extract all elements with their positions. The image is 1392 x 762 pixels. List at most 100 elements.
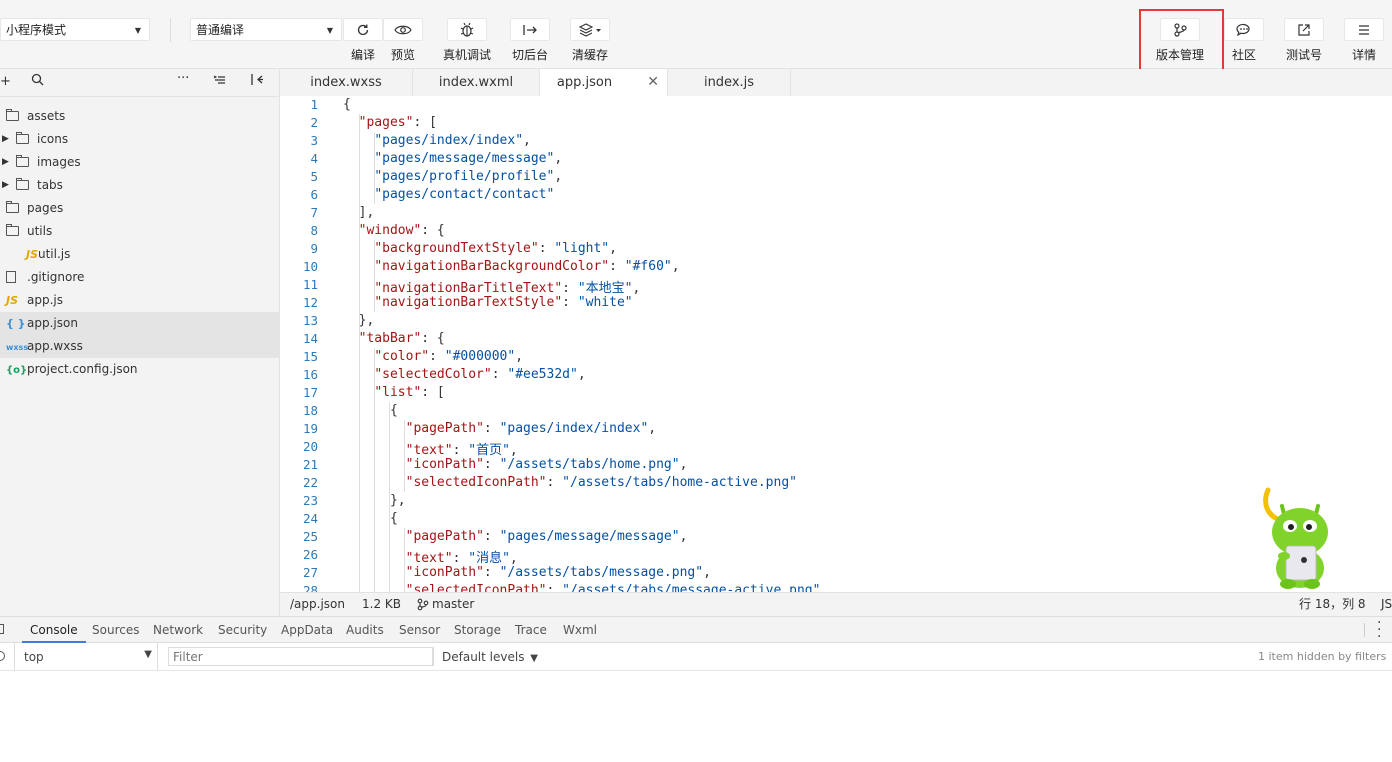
tab-audits[interactable]: Audits — [346, 617, 384, 643]
background-button[interactable]: 切后台 — [510, 18, 550, 63]
code-token: , — [703, 565, 711, 580]
tree-item-label: icons — [37, 132, 69, 146]
tree-item[interactable]: {o} project.config.json — [0, 358, 279, 381]
code-line: "pagePath": "pages/index/index", — [343, 421, 656, 436]
tree-item[interactable]: .gitignore — [0, 266, 279, 289]
code-token: : — [562, 281, 578, 296]
hidden-items-info: 1 item hidden by filters — [1258, 650, 1387, 663]
chevron-right-icon[interactable]: ▶ — [2, 128, 9, 151]
code-line: }, — [343, 493, 406, 508]
clear-console-icon[interactable] — [0, 651, 5, 661]
language-mode[interactable]: JS — [1381, 593, 1392, 615]
tree-item[interactable]: pages — [0, 197, 279, 220]
chevron-down-icon: ▼ — [134, 26, 141, 35]
code-token: "#ee532d" — [507, 367, 578, 382]
tab-storage[interactable]: Storage — [454, 617, 501, 643]
tree-item[interactable]: ▶ images — [0, 151, 279, 174]
console-toolbar: top ▼ Default levels ▼ 1 item hidden by … — [0, 643, 1392, 671]
code-line: "window": { — [343, 223, 445, 238]
code-token: , — [515, 349, 524, 364]
tree-item[interactable]: wxss app.wxss — [0, 335, 279, 358]
line-number: 21 — [302, 457, 318, 472]
log-levels-select[interactable]: Default levels ▼ — [442, 650, 538, 664]
kebab-menu-icon[interactable]: · · · — [1377, 616, 1381, 644]
context-select[interactable]: top ▼ — [14, 643, 158, 670]
branch-name[interactable]: master — [432, 593, 474, 615]
config-file-icon: {o} — [6, 365, 28, 376]
tab-app-json[interactable]: app.json ✕ — [540, 69, 668, 97]
tree-item-label: tabs — [37, 178, 63, 192]
line-number: 19 — [302, 421, 318, 436]
code-token: "iconPath" — [405, 565, 484, 580]
code-line: "navigationBarTitleText": "本地宝", — [343, 277, 640, 296]
code-token: : — [452, 551, 469, 566]
code-line: "pages/message/message", — [343, 151, 562, 166]
code-token: : — [429, 349, 445, 364]
code-line: { — [343, 97, 351, 112]
code-token: "#f60" — [624, 259, 672, 274]
cursor-position[interactable]: 行 18，列 8 — [1299, 593, 1366, 615]
code-token: , — [554, 169, 563, 184]
tree-item[interactable]: JS util.js — [0, 243, 279, 266]
tab-index-wxml[interactable]: index.wxml — [413, 69, 540, 96]
code-line: "iconPath": "/assets/tabs/home.png", — [343, 457, 688, 472]
tree-item[interactable]: ▶ tabs — [0, 174, 279, 197]
tab-wxml[interactable]: Wxml — [563, 617, 597, 643]
search-icon[interactable] — [31, 73, 44, 90]
inspect-icon[interactable] — [0, 624, 4, 634]
toggle-sidebar-icon[interactable] — [250, 73, 264, 90]
tab-network[interactable]: Network — [153, 617, 203, 643]
folder-icon — [16, 151, 29, 174]
more-icon[interactable]: ··· — [177, 71, 189, 86]
code-token: { — [343, 511, 398, 526]
community-button[interactable]: 社区 — [1224, 18, 1264, 63]
chevron-right-icon[interactable]: ▶ — [2, 174, 9, 197]
chevron-right-icon[interactable]: ▶ — [2, 151, 9, 174]
tab-index-wxss[interactable]: index.wxss — [280, 69, 413, 96]
compile-select[interactable]: 普通编译 ▼ — [190, 18, 342, 41]
tree-item-label: app.js — [27, 293, 63, 307]
code-token: , — [523, 133, 531, 148]
tree-item[interactable]: { } app.json — [0, 312, 279, 335]
code-line: "selectedIconPath": "/assets/tabs/home-a… — [343, 475, 797, 490]
code-editor[interactable]: 1{2 "pages": [3 "pages/index/index", 4 "p… — [280, 96, 1392, 592]
code-line: "pagePath": "pages/message/message", — [343, 529, 688, 544]
tree-item[interactable]: JS app.js — [0, 289, 279, 312]
tab-label: Wxml — [563, 623, 597, 637]
layers-icon — [570, 18, 610, 41]
tree-item[interactable]: utils — [0, 220, 279, 243]
preview-button[interactable]: 预览 — [383, 18, 423, 63]
tab-sensor[interactable]: Sensor — [399, 617, 440, 643]
code-token: , — [577, 367, 586, 382]
code-token: { — [343, 403, 398, 418]
add-icon[interactable]: + — [0, 74, 11, 89]
mode-select[interactable]: 小程序模式 ▼ — [0, 18, 150, 41]
code-token: : [ — [421, 385, 445, 400]
compile-button[interactable]: 编译 — [343, 18, 383, 63]
code-token: }, — [343, 493, 406, 508]
line-number: 27 — [302, 565, 318, 580]
tab-security[interactable]: Security — [218, 617, 267, 643]
tab-sources[interactable]: Sources — [92, 617, 139, 643]
clear-cache-button[interactable]: 清缓存 — [570, 18, 610, 63]
collapse-all-icon[interactable] — [213, 74, 226, 90]
tab-trace[interactable]: Trace — [515, 617, 547, 643]
remote-debug-button[interactable]: 真机调试 — [440, 18, 494, 63]
close-icon[interactable]: ✕ — [647, 69, 659, 96]
test-account-button[interactable]: 测试号 — [1283, 18, 1325, 63]
tab-console[interactable]: Console — [22, 617, 86, 643]
tree-item[interactable]: assets — [0, 105, 279, 128]
tab-index-js[interactable]: index.js — [668, 69, 791, 96]
tab-appdata[interactable]: AppData — [281, 617, 333, 643]
console-filter-input[interactable] — [168, 647, 433, 666]
folder-icon — [6, 105, 19, 128]
tree-item[interactable]: ▶ icons — [0, 128, 279, 151]
details-button[interactable]: 详情 — [1344, 18, 1384, 63]
